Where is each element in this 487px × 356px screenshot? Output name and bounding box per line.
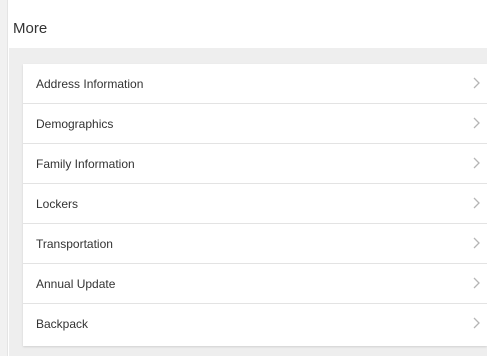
chevron-right-icon <box>473 157 480 169</box>
menu-item-annual-update[interactable]: Annual Update <box>23 264 487 304</box>
left-edge-panel <box>0 0 8 356</box>
menu-item-lockers[interactable]: Lockers <box>23 184 487 224</box>
page-title: More <box>13 19 48 37</box>
menu-item-label: Lockers <box>36 196 79 211</box>
menu-item-family-information[interactable]: Family Information <box>23 144 487 184</box>
menu-item-label: Transportation <box>36 236 113 251</box>
menu-item-address-information[interactable]: Address Information <box>23 64 487 104</box>
more-menu-list: Address Information Demographics Family … <box>23 64 487 346</box>
chevron-right-icon <box>473 117 480 129</box>
menu-item-label: Address Information <box>36 76 144 91</box>
page-header: More <box>9 8 487 48</box>
menu-item-label: Backpack <box>36 317 89 331</box>
chevron-right-icon <box>473 277 480 289</box>
menu-item-label: Demographics <box>36 116 114 131</box>
menu-item-demographics[interactable]: Demographics <box>23 104 487 144</box>
menu-item-label: Annual Update <box>36 276 116 291</box>
chevron-right-icon <box>473 77 480 89</box>
menu-item-transportation[interactable]: Transportation <box>23 224 487 264</box>
app-frame: More Address Information Demographics Fa… <box>0 0 487 356</box>
chevron-right-icon <box>473 237 480 249</box>
chevron-right-icon <box>473 197 480 209</box>
menu-item-backpack[interactable]: Backpack <box>23 304 487 344</box>
chevron-right-icon <box>473 317 480 329</box>
menu-item-label: Family Information <box>36 156 135 171</box>
